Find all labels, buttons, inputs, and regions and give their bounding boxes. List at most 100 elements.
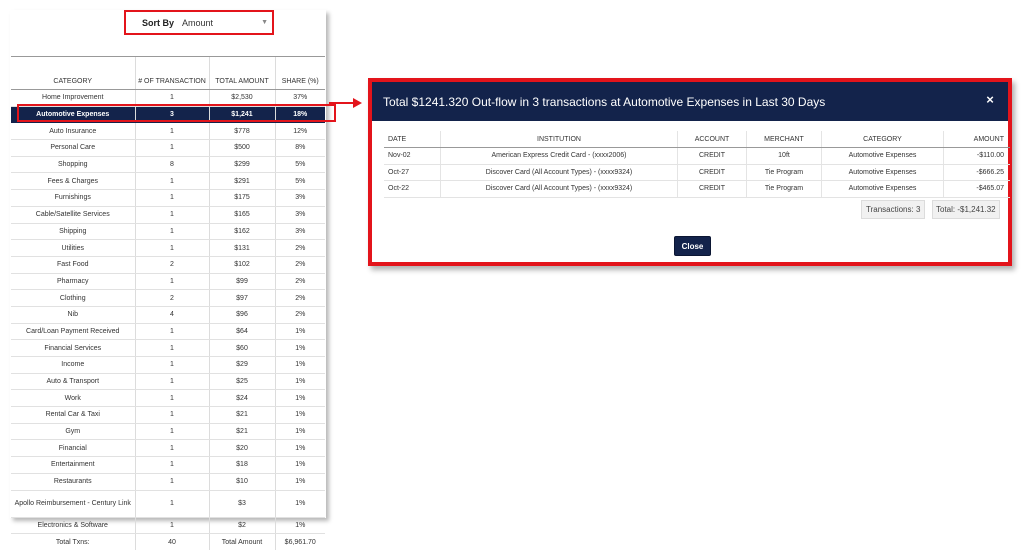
count-cell: 1 [134,189,209,207]
count-cell: 1 [134,239,209,257]
share-cell: 1% [274,517,325,535]
transactions-modal: Total $1241.320 Out-flow in 3 transactio… [368,78,1012,266]
count-cell: 1 [134,89,209,107]
count-cell: 1 [134,122,209,141]
header-total-amount[interactable]: TOTAL AMOUNT [208,56,275,90]
amount-cell: $299 [208,156,275,174]
account-cell: CREDIT [677,164,747,181]
category-row[interactable]: Gym 1 $21 1% [11,423,325,441]
amount-cell: $291 [208,172,275,191]
sort-by-dropdown[interactable]: Amount ▼ [182,18,268,28]
close-button[interactable]: Close [674,236,711,256]
category-row[interactable]: Income 1 $29 1% [11,356,325,374]
header-merchant: MERCHANT [746,131,822,148]
header-share[interactable]: SHARE (%) [274,56,325,90]
category-row[interactable]: Entertainment 1 $18 1% [11,456,325,474]
share-cell: 3% [274,206,325,224]
amount-cell: $60 [208,339,275,357]
sort-by-control[interactable]: Sort By Amount ▼ [124,10,274,35]
count-cell: 2 [134,289,209,307]
count-cell: 1 [134,172,209,191]
category-cell: Nib [11,306,135,324]
share-cell: 1% [274,323,325,341]
category-row[interactable]: Apollo Reimbursement - Century Link 1 $3 1% [11,490,325,518]
merchant-cell: Tie Program [746,180,822,198]
amount-cell: $24 [208,389,275,408]
category-cell: Shopping [11,156,135,174]
institution-cell: American Express Credit Card - (xxxx2006… [440,147,678,165]
category-cell: Auto Insurance [11,122,135,141]
category-row[interactable]: Fees & Charges 1 $291 5% [11,172,325,191]
share-cell: 5% [274,156,325,174]
category-row[interactable]: Electronics & Software 1 $2 1% [11,517,325,535]
share-cell: 1% [274,339,325,357]
category-cell: Furnishings [11,189,135,207]
category-row[interactable]: Nib 4 $96 2% [11,306,325,324]
count-cell: 3 [134,106,209,124]
arrow-right-icon [329,102,355,104]
arrow-head [353,98,362,108]
amount-cell: $175 [208,189,275,207]
transaction-row[interactable]: Oct-22 Discover Card (All Account Types) … [384,180,1010,198]
amount-cell: $778 [208,122,275,141]
chevron-down-icon: ▼ [261,19,269,26]
category-row[interactable]: Financial 1 $20 1% [11,439,325,458]
amount-cell: $3 [208,490,275,518]
category-cell: Personal Care [11,139,135,157]
amount-cell: $18 [208,456,275,474]
category-cell: Electronics & Software [11,517,135,535]
merchant-cell: Tie Program [746,164,822,181]
category-row[interactable]: Automotive Expenses 3 $1,241 18% [11,106,325,124]
category-row[interactable]: Clothing 2 $97 2% [11,289,325,307]
header-account: ACCOUNT [677,131,747,148]
category-row[interactable]: Financial Services 1 $60 1% [11,339,325,357]
category-row[interactable]: Personal Care 1 $500 8% [11,139,325,157]
header-category[interactable]: CATEGORY [11,56,135,90]
category-row[interactable]: Work 1 $24 1% [11,389,325,408]
amount-cell: $2,530 [208,89,275,107]
category-row[interactable]: Shopping 8 $299 5% [11,156,325,174]
transactions-table: DATE INSTITUTION ACCOUNT MERCHANT CATEGO… [384,131,1010,198]
category-row[interactable]: Home Improvement 1 $2,530 37% [11,89,325,107]
transaction-row[interactable]: Nov-02 American Express Credit Card - (xx… [384,147,1010,165]
total-cell: Total Txns: [11,533,135,550]
amount-cell: $500 [208,139,275,157]
transactions-total-badge: Total: -$1,241.32 [932,200,1000,219]
amount-cell: $97 [208,289,275,307]
category-row[interactable]: Pharmacy 1 $99 2% [11,273,325,291]
date-cell: Oct-27 [384,164,441,181]
share-cell: 18% [274,106,325,124]
category-row[interactable]: Utilities 1 $131 2% [11,239,325,257]
category-row[interactable]: Card/Loan Payment Received 1 $64 1% [11,323,325,341]
category-row[interactable]: Auto Insurance 1 $778 12% [11,122,325,141]
header-amount: AMOUNT [943,131,1010,148]
category-cell: Fast Food [11,256,135,274]
amount-cell: $20 [208,439,275,458]
category-row[interactable]: Restaurants 1 $10 1% [11,473,325,491]
category-row[interactable]: Shipping 1 $162 3% [11,223,325,241]
share-cell: 2% [274,273,325,291]
count-cell: 1 [134,490,209,518]
count-cell: 1 [134,206,209,224]
close-icon[interactable]: × [984,93,996,106]
sort-by-value: Amount [182,17,214,28]
category-row[interactable]: Furnishings 1 $175 3% [11,189,325,207]
share-cell: 37% [274,89,325,107]
merchant-cell: 10ft [746,147,822,165]
category-table: CATEGORY # OF TRANSACTION TOTAL AMOUNT S… [11,56,325,550]
share-cell: 1% [274,423,325,441]
count-cell: 1 [134,139,209,157]
category-row[interactable]: Rental Car & Taxi 1 $21 1% [11,406,325,424]
total-cell: 40 [134,533,209,550]
header-transaction-count[interactable]: # OF TRANSACTION [134,56,209,90]
transaction-row[interactable]: Oct-27 Discover Card (All Account Types) … [384,164,1010,181]
header-category: CATEGORY [821,131,944,148]
share-cell: 2% [274,306,325,324]
category-cell: Utilities [11,239,135,257]
category-row[interactable]: Fast Food 2 $102 2% [11,256,325,274]
category-cell: Financial Services [11,339,135,357]
category-row[interactable]: Auto & Transport 1 $25 1% [11,373,325,391]
amount-cell: $21 [208,406,275,424]
count-cell: 1 [134,439,209,458]
category-row[interactable]: Cable/Satellite Services 1 $165 3% [11,206,325,224]
